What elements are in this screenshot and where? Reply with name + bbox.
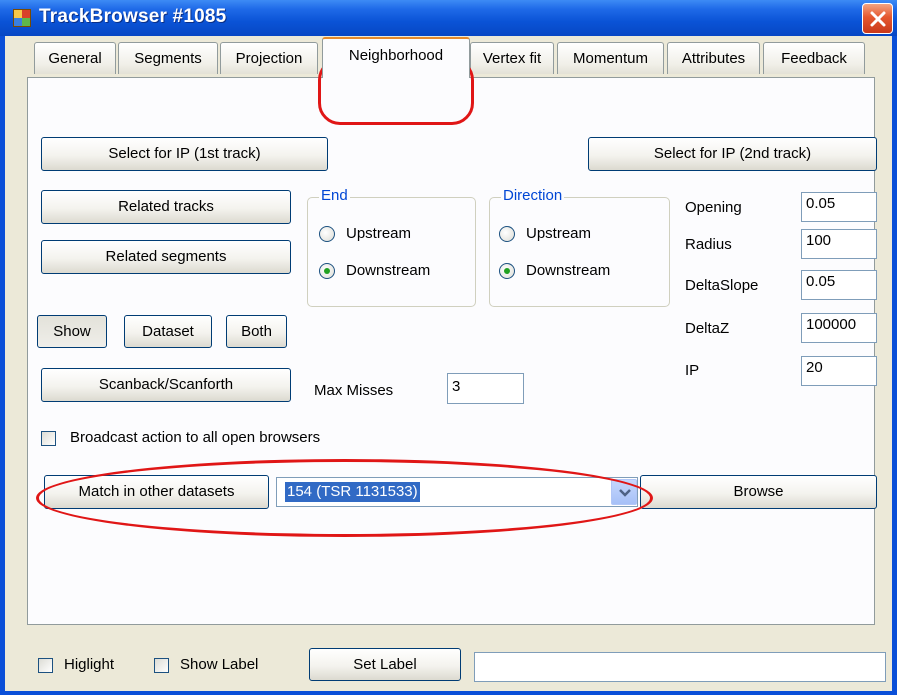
delta-z-input[interactable]: 100000 — [801, 313, 877, 343]
related-segments-button[interactable]: Related segments — [41, 240, 291, 274]
ip-label: IP — [685, 362, 700, 379]
highlight-checkbox[interactable] — [38, 658, 53, 673]
end-group-legend: End — [319, 187, 350, 204]
broadcast-checkbox[interactable] — [41, 431, 56, 446]
highlight-label[interactable]: Higlight — [64, 656, 114, 673]
close-icon — [870, 11, 886, 27]
scanback-scanforth-button[interactable]: Scanback/Scanforth — [41, 368, 291, 402]
max-misses-label: Max Misses — [314, 382, 394, 399]
browse-button[interactable]: Browse — [640, 475, 877, 509]
direction-upstream-label[interactable]: Upstream — [526, 225, 591, 242]
show-label-checkbox[interactable] — [154, 658, 169, 673]
show-button[interactable]: Show — [37, 315, 107, 348]
direction-group — [489, 197, 670, 307]
app-icon — [13, 9, 31, 27]
opening-input[interactable]: 0.05 — [801, 192, 877, 222]
tab-feedback[interactable]: Feedback — [763, 42, 865, 74]
related-tracks-button[interactable]: Related tracks — [41, 190, 291, 224]
direction-downstream-label[interactable]: Downstream — [526, 262, 610, 279]
opening-label: Opening — [685, 199, 742, 216]
delta-slope-label: DeltaSlope — [685, 277, 759, 294]
end-group — [307, 197, 476, 307]
end-downstream-label[interactable]: Downstream — [346, 262, 430, 279]
radius-label: Radius — [685, 236, 732, 253]
show-label-label[interactable]: Show Label — [180, 656, 258, 673]
tab-momentum[interactable]: Momentum — [557, 42, 664, 74]
direction-upstream-radio[interactable] — [499, 226, 515, 242]
direction-downstream-radio[interactable] — [499, 263, 515, 279]
end-upstream-radio[interactable] — [319, 226, 335, 242]
app-window: TrackBrowser #1085 General Segments Proj… — [0, 0, 897, 695]
tab-vertex-fit[interactable]: Vertex fit — [470, 42, 554, 74]
direction-group-legend: Direction — [501, 187, 565, 204]
delta-z-label: DeltaZ — [685, 320, 730, 337]
label-input[interactable] — [474, 652, 886, 682]
close-button[interactable] — [862, 3, 893, 34]
ip-input[interactable]: 20 — [801, 356, 877, 386]
set-label-button[interactable]: Set Label — [309, 648, 461, 681]
both-button[interactable]: Both — [226, 315, 287, 348]
annotation-match-row-highlight — [36, 459, 653, 537]
broadcast-label[interactable]: Broadcast action to all open browsers — [70, 429, 320, 446]
tab-general[interactable]: General — [34, 42, 116, 74]
tab-neighborhood[interactable]: Neighborhood — [322, 37, 470, 78]
window-title: TrackBrowser #1085 — [39, 6, 227, 27]
select-ip-first-track-button[interactable]: Select for IP (1st track) — [41, 137, 328, 171]
tab-projection[interactable]: Projection — [220, 42, 318, 74]
end-upstream-label[interactable]: Upstream — [346, 225, 411, 242]
title-bar[interactable]: TrackBrowser #1085 — [0, 0, 897, 36]
delta-slope-input[interactable]: 0.05 — [801, 270, 877, 300]
max-misses-input[interactable]: 3 — [447, 373, 524, 404]
dataset-button[interactable]: Dataset — [124, 315, 212, 348]
tab-segments[interactable]: Segments — [118, 42, 218, 74]
end-downstream-radio[interactable] — [319, 263, 335, 279]
radius-input[interactable]: 100 — [801, 229, 877, 259]
select-ip-second-track-button[interactable]: Select for IP (2nd track) — [588, 137, 877, 171]
tab-attributes[interactable]: Attributes — [667, 42, 760, 74]
